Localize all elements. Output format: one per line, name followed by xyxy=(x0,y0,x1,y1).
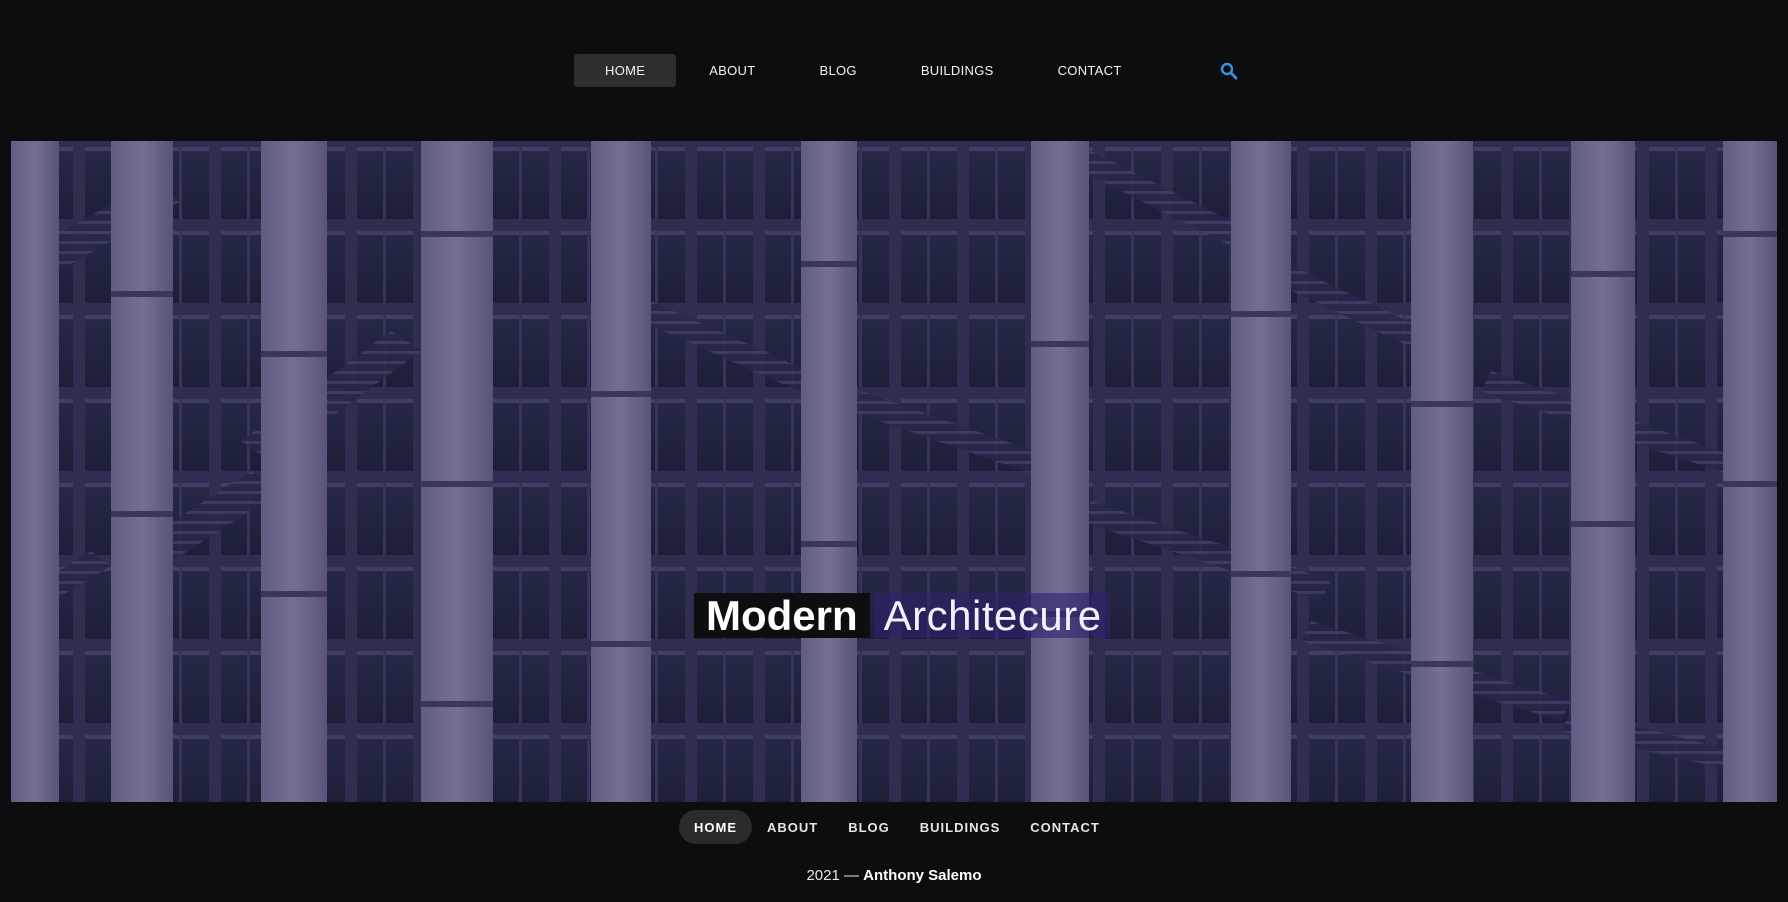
footer-nav-buildings[interactable]: BUILDINGS xyxy=(905,810,1016,844)
footer-nav-blog[interactable]: BLOG xyxy=(833,810,905,844)
copyright-year: 2021 xyxy=(806,867,840,884)
page: HOME ABOUT BLOG BUILDINGS CONTACT Modern… xyxy=(0,0,1788,902)
search-icon xyxy=(1220,62,1237,79)
main-nav: HOME ABOUT BLOG BUILDINGS CONTACT xyxy=(574,54,1241,87)
nav-item-contact[interactable]: CONTACT xyxy=(1027,54,1153,87)
nav-item-blog[interactable]: BLOG xyxy=(789,54,888,87)
footer-nav: HOME ABOUT BLOG BUILDINGS CONTACT xyxy=(679,810,1115,844)
footer-nav-home[interactable]: HOME xyxy=(679,810,752,844)
nav-item-about[interactable]: ABOUT xyxy=(678,54,786,87)
hero-banner: Modern Architecure xyxy=(11,141,1777,802)
footer-nav-about[interactable]: ABOUT xyxy=(752,810,833,844)
nav-item-buildings[interactable]: BUILDINGS xyxy=(890,54,1025,87)
hero-title-strong: Modern xyxy=(694,593,870,638)
search-button[interactable] xyxy=(1217,59,1241,83)
copyright-line: 2021 — Anthony Salemo xyxy=(0,867,1788,884)
copyright-author: Anthony Salemo xyxy=(863,867,982,884)
copyright-separator: — xyxy=(844,867,859,884)
nav-item-home[interactable]: HOME xyxy=(574,54,677,87)
building-facade-image xyxy=(11,141,1777,802)
hero-title: Modern Architecure xyxy=(694,593,1110,638)
hero-title-light: Architecure xyxy=(873,593,1110,638)
footer-nav-contact[interactable]: CONTACT xyxy=(1015,810,1115,844)
